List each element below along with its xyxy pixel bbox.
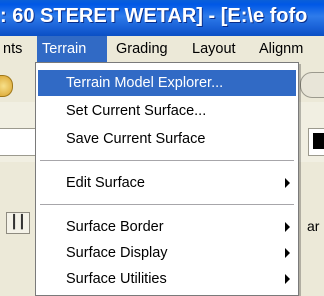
menu-item-label: Set Current Surface... bbox=[66, 103, 207, 119]
menu-item-label: Save Current Surface bbox=[66, 131, 206, 147]
menu-item-label: Surface Utilities bbox=[66, 271, 167, 287]
submenu-arrow-icon bbox=[285, 274, 290, 284]
menu-bar: nts Terrain Grading Layout Alignm bbox=[0, 36, 324, 62]
color-field[interactable] bbox=[308, 128, 324, 156]
menu-surface-utilities[interactable]: Surface Utilities bbox=[38, 266, 296, 292]
menu-item-label: Surface Border bbox=[66, 219, 164, 235]
window-title: : 60 STERET WETAR] - [E:\e fofo bbox=[0, 5, 308, 27]
submenu-arrow-icon bbox=[285, 248, 290, 258]
menu-item-terrain[interactable]: Terrain bbox=[37, 36, 107, 62]
title-bar: : 60 STERET WETAR] - [E:\e fofo bbox=[0, 0, 324, 36]
toolbar-button-icon[interactable] bbox=[300, 72, 324, 98]
background-label: ar bbox=[307, 218, 320, 234]
menu-separator bbox=[40, 160, 294, 161]
menu-item-label: Terrain Model Explorer... bbox=[66, 75, 224, 91]
menu-edit-surface[interactable]: Edit Surface bbox=[38, 170, 296, 196]
menu-terrain-model-explorer[interactable]: Terrain Model Explorer... bbox=[38, 70, 296, 96]
submenu-arrow-icon bbox=[285, 222, 290, 232]
menu-surface-display[interactable]: Surface Display bbox=[38, 240, 296, 266]
menu-surface-border[interactable]: Surface Border bbox=[38, 214, 296, 240]
menu-item-grading[interactable]: Grading bbox=[111, 36, 173, 62]
menu-save-current-surface[interactable]: Save Current Surface bbox=[38, 126, 296, 152]
menu-item-label: Surface Display bbox=[66, 245, 168, 261]
terrain-dropdown-menu: Terrain Model Explorer... Set Current Su… bbox=[35, 62, 299, 296]
menu-item-nts[interactable]: nts bbox=[0, 36, 27, 62]
submenu-arrow-icon bbox=[285, 178, 290, 188]
input-field[interactable] bbox=[0, 128, 37, 156]
menu-item-alignments[interactable]: Alignm bbox=[254, 36, 308, 62]
menu-item-label: Edit Surface bbox=[66, 175, 145, 191]
menu-separator bbox=[40, 204, 294, 205]
menu-set-current-surface[interactable]: Set Current Surface... bbox=[38, 98, 296, 124]
menu-item-layout[interactable]: Layout bbox=[187, 36, 241, 62]
column-tool-icon[interactable]: ┃┃ bbox=[6, 212, 30, 234]
